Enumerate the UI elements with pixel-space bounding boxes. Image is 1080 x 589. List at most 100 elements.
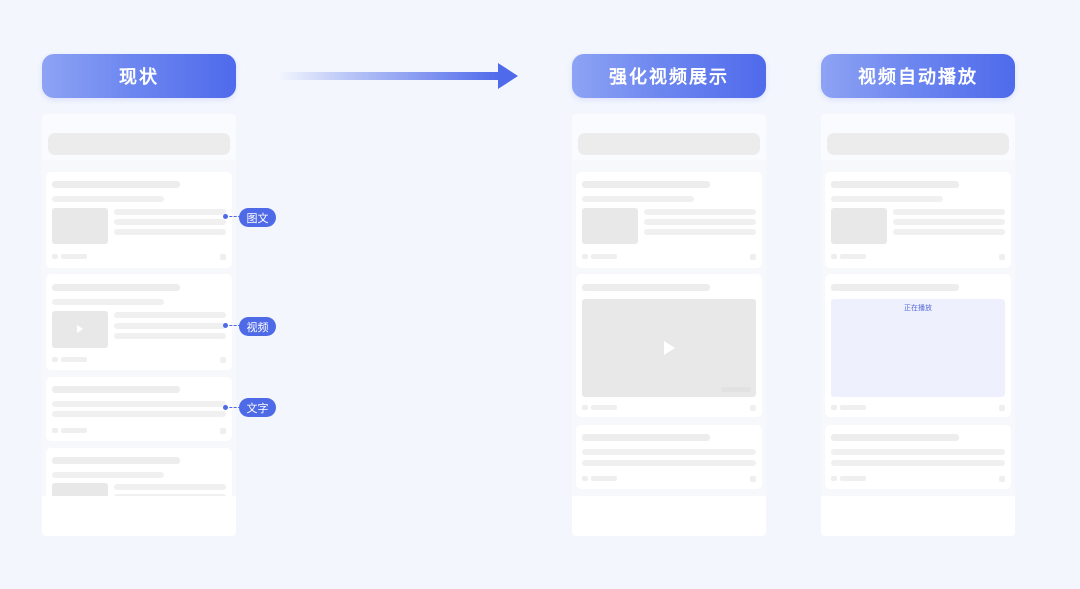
text-line [114, 229, 226, 235]
feed-card-text [46, 377, 232, 441]
header-current-label: 现状 [119, 67, 159, 88]
text-line [831, 460, 1005, 466]
annotation-label: 图文 [246, 211, 269, 225]
image-thumbnail [831, 208, 887, 244]
text-line [644, 209, 756, 215]
text-line [52, 411, 226, 417]
header-autoplay: 视频自动播放 [821, 54, 1015, 98]
text-line [114, 333, 226, 339]
phone-autoplay: 正在播放 [821, 114, 1015, 536]
text-line [114, 219, 226, 225]
meta-icon [52, 254, 58, 259]
more-icon [220, 254, 226, 260]
phone-footer [572, 496, 766, 536]
meta-icon [52, 428, 58, 433]
title-placeholder [582, 181, 710, 188]
phone-enhanced-video [572, 114, 766, 536]
feed-card-video [46, 274, 232, 370]
feed-card-text [825, 425, 1011, 489]
large-video-thumbnail [582, 299, 756, 397]
meta-icon [831, 405, 837, 410]
header-enhanced-video: 强化视频展示 [572, 54, 766, 98]
subtitle-placeholder [582, 196, 694, 202]
feed-card-text [576, 425, 762, 489]
title-placeholder [52, 457, 180, 464]
more-icon [750, 476, 756, 482]
annotation-label: 视频 [246, 320, 269, 334]
meta-icon [831, 254, 837, 259]
more-icon [999, 476, 1005, 482]
feed-card-image-text [825, 172, 1011, 268]
subtitle-placeholder [831, 196, 943, 202]
feed-card-image-text [576, 172, 762, 268]
subtitle-placeholder [52, 196, 164, 202]
meta-text [591, 476, 617, 481]
more-icon [999, 254, 1005, 260]
subtitle-placeholder [52, 472, 164, 478]
meta-icon [582, 476, 588, 481]
text-line [114, 323, 226, 329]
title-placeholder [582, 434, 710, 441]
annotation-tag-video: 视频 [239, 317, 276, 336]
phone-footer [821, 496, 1015, 536]
more-icon [750, 405, 756, 411]
more-icon [999, 405, 1005, 411]
text-line [582, 449, 756, 455]
subtitle-placeholder [52, 299, 164, 305]
text-line [893, 209, 1005, 215]
play-icon [664, 341, 675, 355]
title-placeholder [52, 181, 180, 188]
header-enhanced-label: 强化视频展示 [609, 67, 729, 88]
more-icon [220, 428, 226, 434]
header-current: 现状 [42, 54, 236, 98]
annotation-label: 文字 [246, 401, 269, 415]
now-playing-label: 正在播放 [904, 304, 932, 312]
feed-card-video-large [576, 274, 762, 417]
text-line [52, 401, 226, 407]
meta-icon [52, 357, 58, 362]
search-bar-placeholder [578, 133, 760, 155]
arrow-shaft [278, 72, 500, 80]
text-line [644, 219, 756, 225]
more-icon [220, 357, 226, 363]
search-bar-placeholder [48, 133, 230, 155]
text-line [114, 312, 226, 318]
meta-text [840, 476, 866, 481]
video-duration-badge [721, 387, 751, 392]
more-icon [750, 254, 756, 260]
title-placeholder [831, 181, 959, 188]
meta-text [840, 254, 866, 259]
title-placeholder [52, 386, 180, 393]
header-autoplay-label: 视频自动播放 [858, 67, 978, 88]
text-line [114, 484, 226, 490]
arrow-head [498, 63, 518, 89]
text-line [114, 209, 226, 215]
meta-icon [582, 405, 588, 410]
text-line [893, 219, 1005, 225]
image-thumbnail [52, 208, 108, 244]
meta-text [840, 405, 866, 410]
video-thumbnail [52, 311, 108, 348]
meta-icon [582, 254, 588, 259]
title-placeholder [831, 284, 959, 291]
feed-card-video-autoplay: 正在播放 [825, 274, 1011, 417]
phone-footer [42, 496, 236, 536]
meta-icon [831, 476, 837, 481]
phone-current [42, 114, 236, 536]
search-bar-placeholder [827, 133, 1009, 155]
image-thumbnail [582, 208, 638, 244]
text-line [644, 229, 756, 235]
transition-arrow-icon [278, 63, 518, 89]
meta-text [61, 357, 87, 362]
annotation-tag-image-text: 图文 [239, 208, 276, 227]
meta-text [61, 428, 87, 433]
title-placeholder [582, 284, 710, 291]
text-line [893, 229, 1005, 235]
title-placeholder [52, 284, 180, 291]
feed-card-image-text [46, 172, 232, 268]
meta-text [591, 405, 617, 410]
title-placeholder [831, 434, 959, 441]
meta-text [61, 254, 87, 259]
text-line [582, 460, 756, 466]
text-line [831, 449, 1005, 455]
